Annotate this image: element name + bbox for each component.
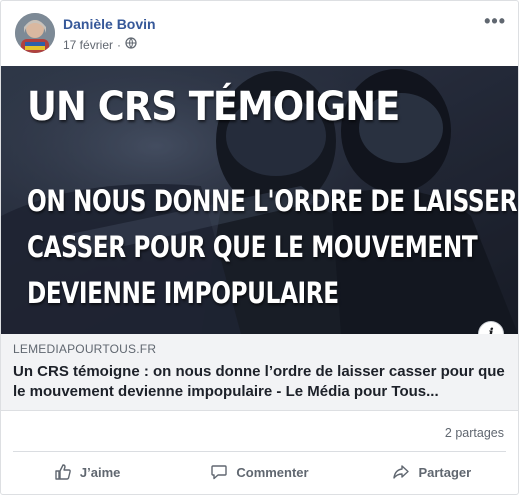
link-preview-image[interactable]: UN CRS TÉMOIGNE ON NOUS DONNE L'ORDRE DE… [1, 66, 518, 334]
avatar[interactable] [15, 13, 55, 53]
comment-label: Commenter [236, 464, 309, 480]
thumbs-up-icon [54, 463, 72, 481]
comment-icon [210, 463, 228, 481]
post-meta: 17 février · [63, 37, 137, 52]
preview-headline: UN CRS TÉMOIGNE [27, 84, 400, 130]
link-title: Un CRS témoigne : on nous donne l’ordre … [13, 363, 505, 400]
comment-button[interactable]: Commenter [173, 456, 345, 488]
action-bar: J’aime Commenter Partager [1, 456, 518, 488]
preview-line-1: ON NOUS DONNE L'ORDRE DE LAISSER [27, 184, 518, 218]
divider [13, 451, 506, 452]
preview-line-2: CASSER POUR QUE LE MOUVEMENT [27, 230, 478, 264]
share-button[interactable]: Partager [346, 456, 518, 488]
post-date[interactable]: 17 février [63, 38, 113, 52]
like-label: J’aime [79, 464, 121, 480]
share-label: Partager [418, 464, 472, 480]
post-card: Danièle Bovin 17 février · ••• UN CRS TÉ… [0, 0, 519, 495]
meta-separator: · [117, 37, 122, 52]
like-button[interactable]: J’aime [1, 456, 173, 488]
link-preview-caption[interactable]: LEMEDIAPOURTOUS.FR Un CRS témoigne : on … [1, 334, 518, 411]
globe-icon [125, 37, 137, 52]
link-domain: LEMEDIAPOURTOUS.FR [13, 342, 157, 356]
preview-line-3: DEVIENNE IMPOPULAIRE [27, 276, 339, 310]
author-name[interactable]: Danièle Bovin [63, 16, 156, 32]
share-count[interactable]: 2 partages [445, 426, 504, 440]
post-header: Danièle Bovin 17 février · ••• [15, 11, 506, 57]
more-options-icon[interactable]: ••• [484, 11, 506, 32]
share-arrow-icon [392, 463, 410, 481]
